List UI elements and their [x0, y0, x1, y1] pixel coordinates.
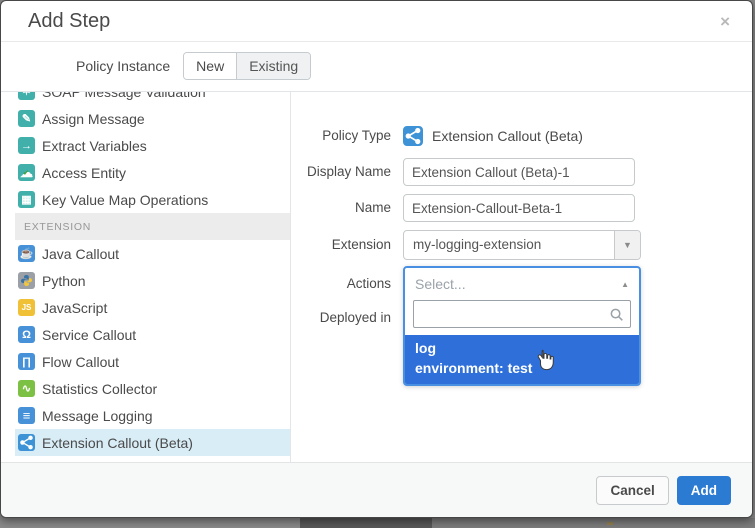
- policy-instance-label: Policy Instance: [76, 58, 170, 74]
- sidebar-item-label: Message Logging: [42, 408, 153, 424]
- sidebar-item[interactable]: → Extract Variables: [15, 132, 290, 159]
- sidebar-item-label: Access Entity: [42, 165, 126, 181]
- extension-select-value: my-logging-extension: [404, 231, 614, 259]
- modal-header: Add Step ×: [1, 1, 752, 42]
- add-button[interactable]: Add: [677, 476, 731, 505]
- sidebar-item-label: Service Callout: [42, 327, 136, 343]
- flow-wave-icon: ∏: [18, 353, 35, 370]
- sidebar-item-label: Extension Callout (Beta): [42, 435, 193, 451]
- toggle-new-button[interactable]: New: [184, 53, 236, 79]
- sidebar-item[interactable]: ∿ Statistics Collector: [15, 375, 290, 402]
- close-icon[interactable]: ×: [720, 13, 730, 30]
- chevron-up-icon: ▲: [621, 280, 629, 289]
- policy-instance-row: Policy Instance New Existing: [1, 42, 752, 90]
- display-name-label: Display Name: [291, 158, 391, 186]
- sidebar-item-label: Python: [42, 273, 86, 289]
- actions-option-title: log: [415, 338, 629, 358]
- sidebar-item[interactable]: JS JavaScript: [15, 294, 290, 321]
- actions-option-subtitle: environment: test: [415, 358, 629, 378]
- python-logo-icon: [18, 272, 35, 289]
- extension-section-header: EXTENSION: [15, 213, 290, 240]
- actions-option-log[interactable]: log environment: test: [405, 335, 639, 384]
- sidebar-item-label: Flow Callout: [42, 354, 119, 370]
- actions-dropdown: Select... ▲ log environment: test: [403, 266, 641, 386]
- actions-search-wrap: [413, 300, 631, 328]
- sidebar-item[interactable]: Extension Callout (Beta): [15, 429, 290, 456]
- modal-title: Add Step: [28, 10, 110, 33]
- gauge-icon: Ω: [18, 326, 35, 343]
- sidebar-item-label: Key Value Map Operations: [42, 192, 208, 208]
- sidebar-item[interactable]: ∏ Flow Callout: [15, 348, 290, 375]
- pencil-icon: ✎: [18, 110, 35, 127]
- policy-sidebar: ✶ SOAP Message Validation ✎ Assign Message →…: [1, 92, 291, 462]
- sidebar-item[interactable]: ✎ Assign Message: [15, 105, 290, 132]
- sidebar-item[interactable]: ✶ SOAP Message Validation: [15, 92, 290, 105]
- name-row: Name: [291, 194, 752, 222]
- list-lines-icon: ≡: [18, 407, 35, 424]
- key-map-icon: ▦: [18, 191, 35, 208]
- sidebar-item[interactable]: ☕ Java Callout: [15, 240, 290, 267]
- name-input[interactable]: [403, 194, 635, 222]
- java-cup-icon: ☕: [18, 245, 35, 262]
- sidebar-item[interactable]: ▦ Key Value Map Operations: [15, 186, 290, 213]
- sidebar-item[interactable]: ≡ Message Logging: [15, 402, 290, 429]
- search-icon: [609, 307, 624, 327]
- policy-instance-toggle: New Existing: [183, 52, 311, 80]
- display-name-row: Display Name: [291, 158, 752, 186]
- actions-select-placeholder: Select...: [415, 276, 621, 292]
- policy-type-row: Policy Type Extension Callout (Beta): [291, 126, 752, 146]
- sidebar-item-label: Statistics Collector: [42, 381, 157, 397]
- sidebar-item-label: SOAP Message Validation: [42, 92, 206, 100]
- share-nodes-icon: [403, 126, 423, 146]
- extension-select[interactable]: my-logging-extension ▼: [403, 230, 641, 260]
- display-name-input[interactable]: [403, 158, 635, 186]
- modal-content: ✶ SOAP Message Validation ✎ Assign Message →…: [1, 91, 752, 462]
- dimmed-page-background: [607, 522, 613, 525]
- policy-type-value: Extension Callout (Beta): [403, 126, 583, 146]
- star-badge-icon: ✶: [18, 92, 35, 100]
- sidebar-item[interactable]: Python: [15, 267, 290, 294]
- policy-list: ✶ SOAP Message Validation ✎ Assign Message →…: [15, 92, 290, 456]
- deployed-in-label: Deployed in: [291, 308, 391, 328]
- stats-line-icon: ∿: [18, 380, 35, 397]
- policy-form-panel: Policy Type Extension Callout (Beta) Dis…: [291, 92, 752, 462]
- extension-label: Extension: [291, 230, 391, 260]
- actions-select[interactable]: Select... ▲: [405, 268, 639, 300]
- extension-row: Extension my-logging-extension ▼: [291, 230, 752, 260]
- cancel-button[interactable]: Cancel: [596, 476, 668, 505]
- sidebar-item-label: Extract Variables: [42, 138, 147, 154]
- dimmed-page-background: [432, 518, 755, 528]
- sidebar-item[interactable]: ☁✔ Access Entity: [15, 159, 290, 186]
- actions-label: Actions: [291, 266, 391, 300]
- dimmed-page-background: [300, 518, 432, 528]
- cloud-check-icon: ☁✔: [18, 164, 35, 181]
- add-step-modal: Add Step × Policy Instance New Existing …: [0, 0, 753, 518]
- sidebar-item-label: Java Callout: [42, 246, 119, 262]
- sidebar-item-label: Assign Message: [42, 111, 145, 127]
- actions-row: Actions Select... ▲ log environmen: [291, 266, 752, 300]
- name-label: Name: [291, 194, 391, 222]
- js-icon: JS: [18, 299, 35, 316]
- policy-type-label: Policy Type: [291, 126, 391, 146]
- extract-arrow-icon: →: [18, 137, 35, 154]
- sidebar-item[interactable]: Ω Service Callout: [15, 321, 290, 348]
- sidebar-item-label: JavaScript: [42, 300, 107, 316]
- toggle-existing-button[interactable]: Existing: [236, 53, 310, 79]
- modal-footer: Cancel Add: [1, 462, 752, 517]
- actions-search-input[interactable]: [413, 300, 631, 328]
- policy-type-text: Extension Callout (Beta): [432, 128, 583, 144]
- share-nodes-icon: [18, 434, 35, 451]
- chevron-down-icon[interactable]: ▼: [614, 231, 640, 259]
